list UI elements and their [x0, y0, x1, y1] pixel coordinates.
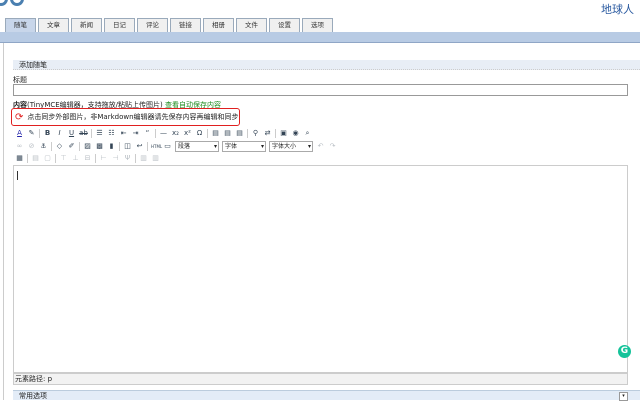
element-path: 元素路径: p — [13, 373, 628, 385]
row-before-icon[interactable]: ⊤ — [59, 154, 68, 163]
divider — [3, 43, 4, 400]
notice-text: 点击同步外部图片，非Markdown编辑器请先保存内容再编辑和同步 — [27, 113, 239, 121]
gallery-icon[interactable]: ▩ — [95, 142, 104, 151]
subscript-icon[interactable]: x₂ — [171, 129, 180, 138]
tab-item[interactable]: 日记 — [104, 18, 135, 32]
delete-row-icon[interactable]: ⊟ — [83, 154, 92, 163]
col-before-icon[interactable]: ⊢ — [99, 154, 108, 163]
sync-images-notice[interactable]: ⟳ 点击同步外部图片，非Markdown编辑器请先保存内容再编辑和同步 — [11, 108, 240, 126]
tab-item[interactable]: 选项 — [302, 18, 333, 32]
common-options-label: 常用选项 — [19, 392, 47, 400]
merge-cells-icon[interactable]: ▥ — [139, 154, 148, 163]
align-right-icon[interactable]: ▤ — [235, 129, 244, 138]
html-icon[interactable]: HTML — [151, 142, 162, 151]
tab-item[interactable]: 评论 — [137, 18, 168, 32]
font-select[interactable]: 字体 — [222, 141, 266, 152]
tab-item[interactable]: 新闻 — [71, 18, 102, 32]
logo[interactable] — [0, 0, 34, 6]
align-center-icon[interactable]: ▤ — [223, 129, 232, 138]
italic-icon[interactable]: I — [55, 129, 64, 138]
bullet-list-icon[interactable]: ☰ — [95, 129, 104, 138]
tab-item[interactable]: 文件 — [236, 18, 267, 32]
font-size-select[interactable]: 字体大小 — [269, 141, 313, 152]
fullscreen-icon[interactable]: ▭ — [163, 142, 172, 151]
insert-code-icon[interactable]: ◫ — [123, 142, 132, 151]
cell-props-icon[interactable]: ▢ — [43, 154, 52, 163]
find-icon[interactable]: ⚲ — [251, 129, 260, 138]
tab-item[interactable]: 随笔 — [5, 18, 36, 32]
number-list-icon[interactable]: ☷ — [107, 129, 116, 138]
common-options-bar[interactable]: 常用选项 ▾ — [13, 390, 640, 401]
tab-item[interactable]: 文章 — [38, 18, 69, 32]
zoom-icon[interactable]: ⌕ — [303, 129, 312, 138]
insert-table-icon[interactable]: ▦ — [15, 154, 24, 163]
split-cells-icon[interactable]: ▥ — [151, 154, 160, 163]
title-input[interactable] — [13, 84, 628, 96]
editor-area[interactable] — [13, 165, 628, 373]
strikethrough-icon[interactable]: ab — [79, 129, 88, 138]
toolbar-row-1: A ✎ B I Uab ☰ ☷ ⇤ ⇥ “ — x₂ x² Ω ▤ ▤ ▤ ⚲ ⇄ ▣ ◉ ⌕ — [15, 128, 312, 139]
code-icon[interactable]: ▣ — [279, 129, 288, 138]
table-props-icon[interactable]: ▤ — [31, 154, 40, 163]
cleanup-icon[interactable]: ✐ — [67, 142, 76, 151]
indent-icon[interactable]: ⇥ — [131, 129, 140, 138]
row-after-icon[interactable]: ⊥ — [71, 154, 80, 163]
grammarly-icon[interactable]: G — [618, 345, 631, 358]
tab-band — [0, 32, 640, 43]
main-tabs: 随笔 文章 新闻 日记 评论 链接 相册 文件 设置 选项 — [5, 18, 333, 32]
tab-item[interactable]: 设置 — [269, 18, 300, 32]
sync-icon[interactable]: ⟳ — [15, 112, 23, 123]
outdent-icon[interactable]: ⇤ — [119, 129, 128, 138]
preview-icon[interactable]: ◉ — [291, 129, 300, 138]
eraser-icon[interactable]: ◇ — [55, 142, 64, 151]
toolbar-row-3: ▦ ▤ ▢ ⊤ ⊥ ⊟ ⊢ ⊣ Ψ ▥ ▥ — [15, 153, 160, 164]
delete-col-icon[interactable]: Ψ — [123, 154, 132, 163]
unlink-icon[interactable]: ⊘ — [27, 142, 36, 151]
font-color-icon[interactable]: A — [15, 129, 24, 138]
align-left-icon[interactable]: ▤ — [211, 129, 220, 138]
underline-icon[interactable]: U — [67, 129, 76, 138]
image-icon[interactable]: ▨ — [83, 142, 92, 151]
media-icon[interactable]: ▮ — [107, 142, 116, 151]
bold-icon[interactable]: B — [43, 129, 52, 138]
undo-icon[interactable]: ↶ — [316, 142, 325, 151]
tab-item[interactable]: 相册 — [203, 18, 234, 32]
tab-item[interactable]: 链接 — [170, 18, 201, 32]
toolbar-row-2: ∞⊘⚓ ◇✐ ▨▩▮ ◫↩ HTML▭ 段落 字体 字体大小 ↶↷ — [15, 141, 337, 152]
hr-icon[interactable]: — — [159, 129, 168, 138]
highlight-icon[interactable]: ✎ — [27, 129, 36, 138]
anchor-icon[interactable]: ⚓ — [39, 142, 48, 151]
text-caret — [17, 171, 18, 180]
format-select[interactable]: 段落 — [175, 141, 219, 152]
section-title: 添加随笔 — [13, 60, 640, 70]
special-char-icon[interactable]: Ω — [195, 129, 204, 138]
blockquote-icon[interactable]: “ — [143, 129, 152, 138]
user-name-link[interactable]: 地球人 — [601, 1, 634, 17]
col-after-icon[interactable]: ⊣ — [111, 154, 120, 163]
redo-icon[interactable]: ↷ — [328, 142, 337, 151]
link-icon[interactable]: ∞ — [15, 142, 24, 151]
more-icon[interactable]: ↩ — [135, 142, 144, 151]
replace-icon[interactable]: ⇄ — [263, 129, 272, 138]
superscript-icon[interactable]: x² — [183, 129, 192, 138]
